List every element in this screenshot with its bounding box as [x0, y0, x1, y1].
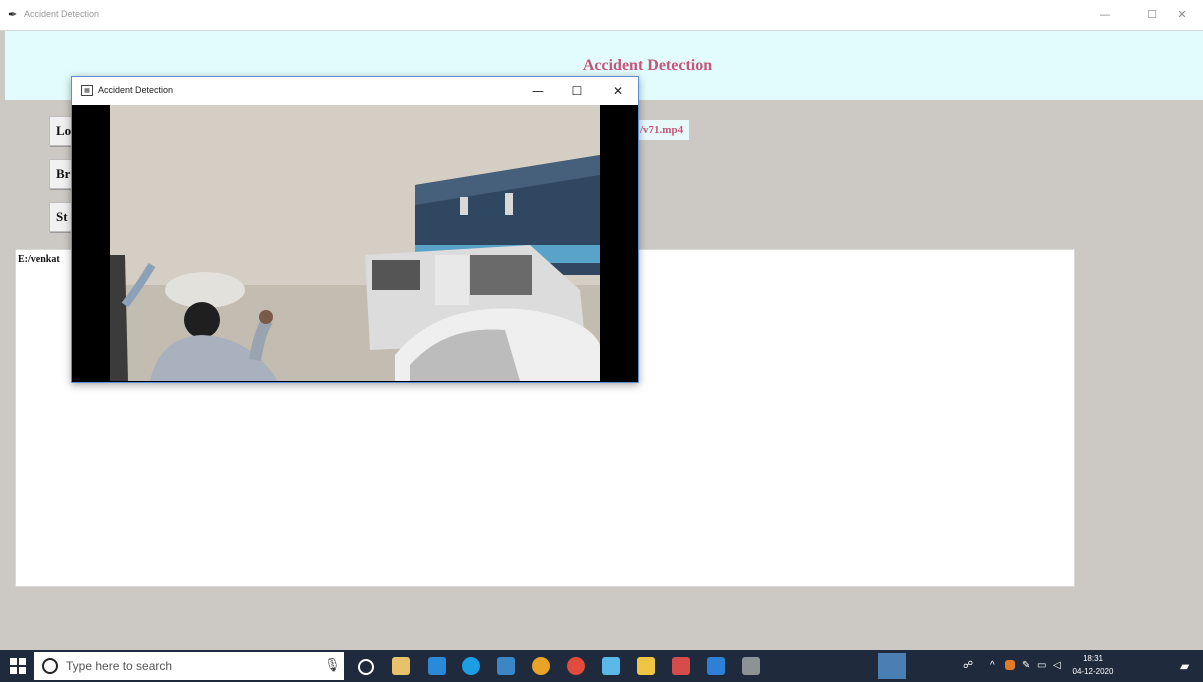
close-button[interactable]: ✕ — [1172, 6, 1192, 24]
windows-start-icon[interactable] — [10, 658, 26, 674]
popup-titlebar[interactable]: ▦ Accident Detection — ☐ ✕ — [72, 77, 638, 105]
app-icon-lightblue[interactable] — [602, 657, 620, 675]
volume-icon[interactable]: ◁ — [1053, 660, 1061, 671]
app-icon-blue[interactable] — [497, 657, 515, 675]
page-title: Accident Detection — [582, 57, 713, 74]
popup-close-button[interactable]: ✕ — [607, 81, 629, 101]
chrome-browser-icon[interactable] — [532, 657, 550, 675]
video-popup-window[interactable]: ▦ Accident Detection — ☐ ✕ — [71, 76, 639, 383]
chevron-up-icon[interactable]: ^ — [990, 660, 995, 671]
popup-minimize-button[interactable]: — — [527, 81, 549, 101]
feather-icon: ✒ — [8, 8, 18, 21]
network-icon[interactable]: ▭ — [1037, 660, 1046, 671]
edge-browser-icon[interactable] — [462, 657, 480, 675]
mail-icon[interactable] — [428, 657, 446, 675]
word-icon[interactable] — [707, 657, 725, 675]
pen-icon[interactable]: ✎ — [1022, 660, 1030, 671]
terminal-icon[interactable] — [742, 657, 760, 675]
window-icon: ▦ — [81, 85, 93, 96]
clock-date[interactable]: 04-12-2020 — [1068, 667, 1118, 676]
popup-maximize-button[interactable]: ☐ — [566, 81, 588, 101]
tray-app-icon[interactable] — [1005, 660, 1015, 670]
minimize-button[interactable]: — — [1095, 6, 1115, 24]
video-scene-image — [110, 105, 600, 381]
file-explorer-icon[interactable] — [637, 657, 655, 675]
output-text-line: E:/venkat — [18, 254, 60, 265]
search-placeholder: Type here to search — [66, 659, 173, 673]
maximize-button[interactable]: ☐ — [1142, 6, 1162, 24]
taskbar: Type here to search 🎙 ☍ ^ ✎ ▭ ◁ 18:31 04… — [0, 650, 1203, 682]
app-icon-red[interactable] — [567, 657, 585, 675]
notification-icon[interactable]: ▰ — [1180, 659, 1189, 673]
main-window-title: Accident Detection — [24, 9, 100, 19]
store-icon[interactable] — [392, 657, 410, 675]
task-view-icon[interactable] — [358, 659, 374, 675]
clock-time[interactable]: 18:31 — [1068, 654, 1118, 663]
people-icon[interactable]: ☍ — [963, 660, 973, 671]
python-app-icon[interactable] — [878, 653, 906, 679]
microphone-icon[interactable]: 🎙 — [324, 658, 341, 673]
main-window-titlebar[interactable]: ✒ Accident Detection — ☐ ✕ — [0, 0, 1203, 31]
cortana-icon — [42, 658, 58, 674]
app-icon-pinned[interactable] — [672, 657, 690, 675]
video-frame — [110, 105, 600, 381]
taskbar-search-box[interactable]: Type here to search 🎙 — [34, 652, 344, 680]
popup-title: Accident Detection — [98, 85, 174, 95]
